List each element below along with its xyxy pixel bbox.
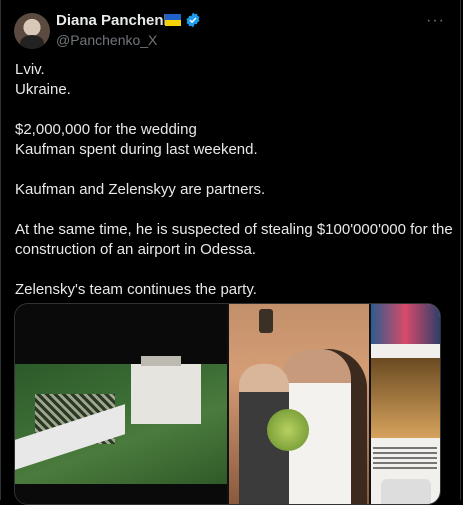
author-handle[interactable]: @Panchenko_X bbox=[56, 32, 157, 48]
media-grid bbox=[14, 303, 441, 505]
tweet-line: $2,000,000 for the wedding bbox=[15, 121, 197, 138]
tweet-line: Zelensky's team continues the party. bbox=[15, 281, 257, 298]
ukraine-flag-icon bbox=[165, 14, 181, 26]
aerial-wedding-photo[interactable] bbox=[15, 304, 227, 504]
author-name[interactable]: Diana Panchenko bbox=[56, 12, 181, 29]
verified-badge-icon bbox=[186, 12, 200, 28]
tweet-line: Kaufman and Zelenskyy are partners. bbox=[15, 181, 266, 198]
tweet-line: At the same time, he is suspected of ste… bbox=[15, 221, 453, 258]
couple-photo[interactable] bbox=[229, 304, 369, 504]
avatar[interactable] bbox=[14, 13, 50, 49]
tweet-text: Lviv. Ukraine. $2,000,000 for the weddin… bbox=[15, 60, 455, 300]
more-options-icon[interactable]: ··· bbox=[426, 12, 445, 30]
tweet-card: Diana Panchenko @Panchenko_X ··· Lviv. U… bbox=[0, 0, 461, 505]
tweet-line: Lviv. bbox=[15, 61, 45, 78]
news-collage-photo[interactable] bbox=[371, 304, 440, 504]
tweet-line: Ukraine. bbox=[15, 81, 71, 98]
tweet-line: Kaufman spent during last weekend. bbox=[15, 141, 258, 158]
